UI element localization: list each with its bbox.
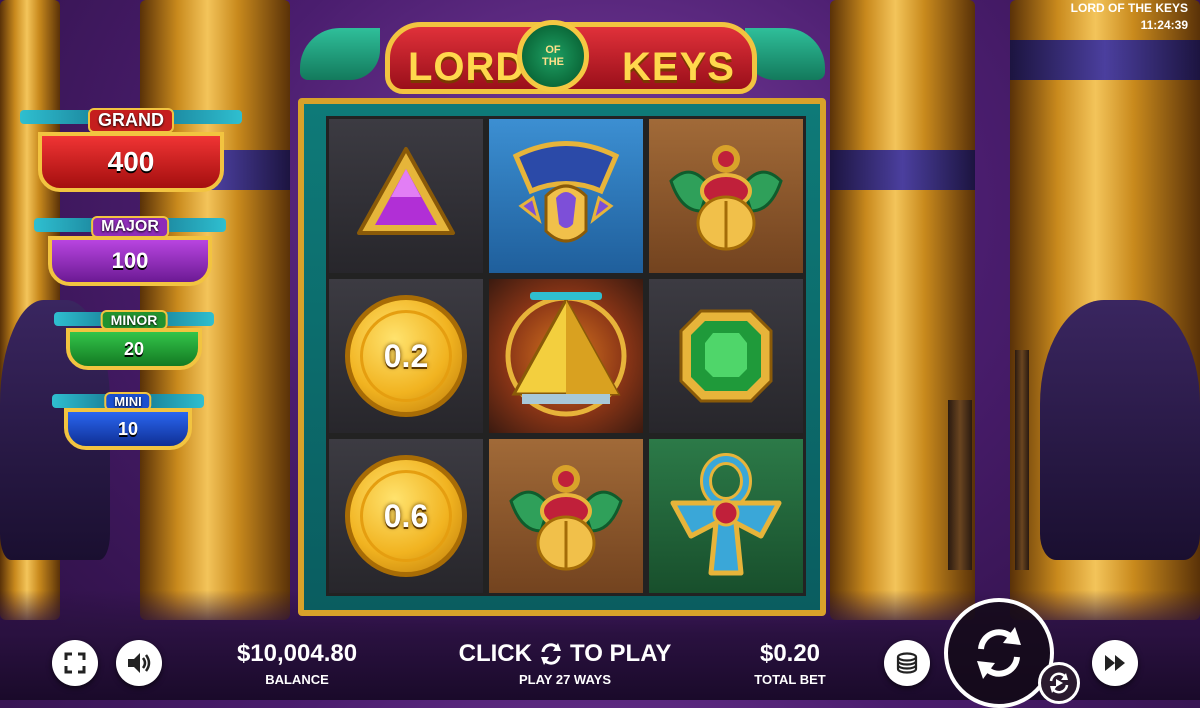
pillar-band [830, 150, 975, 190]
logo-word-lord: LORD [408, 45, 526, 89]
bet-settings-button[interactable] [884, 640, 930, 686]
sound-button[interactable] [116, 640, 162, 686]
reel-grid: 0.2 0.6 [326, 116, 806, 596]
reel-cell [646, 436, 806, 596]
spin-button[interactable] [944, 598, 1054, 708]
torch-stand [948, 400, 972, 570]
jackpot-grand-value: 400 [38, 132, 224, 192]
golden-scarab-icon [509, 465, 623, 571]
total-bet-label: TOTAL BET [754, 672, 826, 687]
coin-symbol: 0.6 [345, 455, 467, 577]
turbo-button[interactable] [1092, 640, 1138, 686]
total-bet-value: $0.20 [759, 640, 821, 667]
blue-ankh-icon [670, 453, 782, 576]
jackpot-grand-label: GRAND [88, 108, 174, 133]
anubis-statue-right [1040, 300, 1200, 560]
reel-cell [326, 116, 486, 276]
jackpot-minor-label: MINOR [100, 310, 168, 330]
click-to-play[interactable]: CLICK TO PLAY [455, 640, 675, 668]
jackpot-minor: MINOR 20 [54, 310, 214, 372]
fullscreen-icon [64, 652, 86, 674]
jackpot-mini-value: 10 [64, 408, 192, 450]
logo-word-the: THE [542, 56, 564, 68]
golden-scarab-icon [669, 145, 783, 251]
fullscreen-button[interactable] [52, 640, 98, 686]
autoplay-button[interactable] [1038, 662, 1080, 704]
logo-wing-left [300, 28, 380, 80]
ways-label: PLAY 27 WAYS [518, 672, 611, 687]
top-info: LORD OF THE KEYS 11:24:39 [1071, 0, 1188, 34]
balance-display: $10,004.80 BALANCE [222, 640, 372, 687]
reel-cell: 0.2 [326, 276, 486, 436]
jackpot-grand: GRAND 400 [20, 108, 242, 200]
jackpot-major: MAJOR 100 [34, 216, 226, 290]
jackpot-major-label: MAJOR [91, 216, 169, 238]
logo-word-keys: KEYS [622, 45, 735, 89]
reel-cell [486, 276, 646, 436]
golden-pyramid-icon [505, 292, 627, 417]
reel-cell [646, 116, 806, 276]
balance-value: $10,004.80 [236, 640, 358, 667]
logo-wing-right [745, 28, 825, 80]
logo-medal: OF THE [517, 20, 589, 92]
spin-icon [977, 627, 1021, 679]
fast-forward-icon [1105, 655, 1125, 671]
jackpot-major-value: 100 [48, 236, 212, 286]
reel-cell [646, 276, 806, 436]
spin-arrows-icon [540, 643, 561, 665]
balance-label: BALANCE [265, 672, 329, 687]
autoplay-icon [1049, 672, 1069, 694]
pillar-band [1010, 40, 1200, 80]
reel-cell [486, 116, 646, 276]
speaker-icon [128, 653, 151, 673]
click-text: CLICK [458, 640, 532, 667]
to-play-text: TO PLAY [569, 640, 672, 667]
coin-symbol: 0.2 [345, 295, 467, 417]
total-bet-display: $0.20 TOTAL BET [735, 640, 845, 687]
purple-triangle-gem-icon [357, 147, 455, 235]
logo-word-of: OF [545, 44, 561, 56]
staff-decoration [1015, 350, 1029, 570]
play-prompt[interactable]: CLICK TO PLAY PLAY 27 WAYS [455, 640, 675, 687]
coin-stack-icon [896, 652, 918, 674]
jackpot-mini: MINI 10 [52, 392, 204, 452]
green-emerald-gem-icon [679, 309, 773, 403]
coin-value: 0.6 [360, 470, 452, 562]
jackpot-minor-value: 20 [66, 328, 202, 370]
reel-cell [486, 436, 646, 596]
reel-cell: 0.6 [326, 436, 486, 596]
game-title-text: LORD OF THE KEYS [1070, 1, 1188, 15]
blue-lotus-crown-icon [512, 141, 620, 243]
reel-frame: 0.2 0.6 [298, 98, 826, 616]
coin-value: 0.2 [360, 310, 452, 402]
clock-text: 11:24:39 [1140, 18, 1188, 32]
